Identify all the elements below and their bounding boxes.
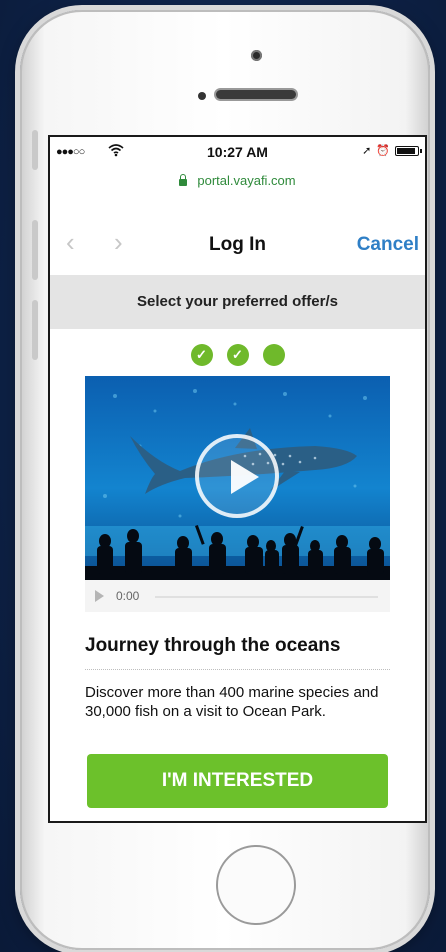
phone-screen: ●●●○○ 10:27 AM ➚ ⏰ portal.vayafi.com ‹ ›… [48, 135, 427, 823]
offer-prompt-banner: Select your preferred offer/s [50, 275, 425, 329]
location-arrow-icon: ➚ [362, 145, 372, 157]
video-player[interactable]: 0:00 [85, 376, 390, 612]
divider [85, 669, 390, 670]
volume-up-button [32, 220, 38, 280]
battery-icon [395, 146, 422, 156]
proximity-sensor [198, 92, 206, 100]
alarm-clock-icon: ⏰ [376, 145, 390, 157]
status-bar: ●●●○○ 10:27 AM ➚ ⏰ [50, 137, 425, 167]
step-complete-check-icon: ✓ [190, 344, 213, 366]
lock-icon [179, 174, 188, 186]
interested-button[interactable]: I'M INTERESTED [87, 754, 388, 808]
navigation-bar: ‹ › Log In Cancel [50, 221, 425, 261]
offer-title: Journey through the oceans [85, 635, 341, 656]
video-progress-bar[interactable] [155, 596, 378, 598]
cancel-button[interactable]: Cancel [357, 234, 419, 256]
step-complete-check-icon: ✓ [226, 344, 249, 366]
offer-description: Discover more than 400 marine species an… [85, 684, 379, 720]
home-button[interactable] [216, 845, 296, 925]
play-icon[interactable] [195, 434, 279, 518]
volume-down-button [32, 300, 38, 360]
step-current-dot [262, 344, 285, 366]
play-small-icon[interactable] [95, 590, 104, 602]
video-current-time: 0:00 [116, 589, 140, 603]
address-bar[interactable]: portal.vayafi.com [50, 173, 425, 188]
earpiece-speaker [216, 90, 296, 99]
video-controls: 0:00 [85, 580, 390, 612]
mute-switch [32, 130, 38, 170]
step-indicator: ✓ ✓ [50, 344, 425, 366]
status-icons: ➚ ⏰ [362, 144, 422, 158]
front-camera-icon [251, 50, 262, 61]
url-text: portal.vayafi.com [197, 173, 296, 188]
